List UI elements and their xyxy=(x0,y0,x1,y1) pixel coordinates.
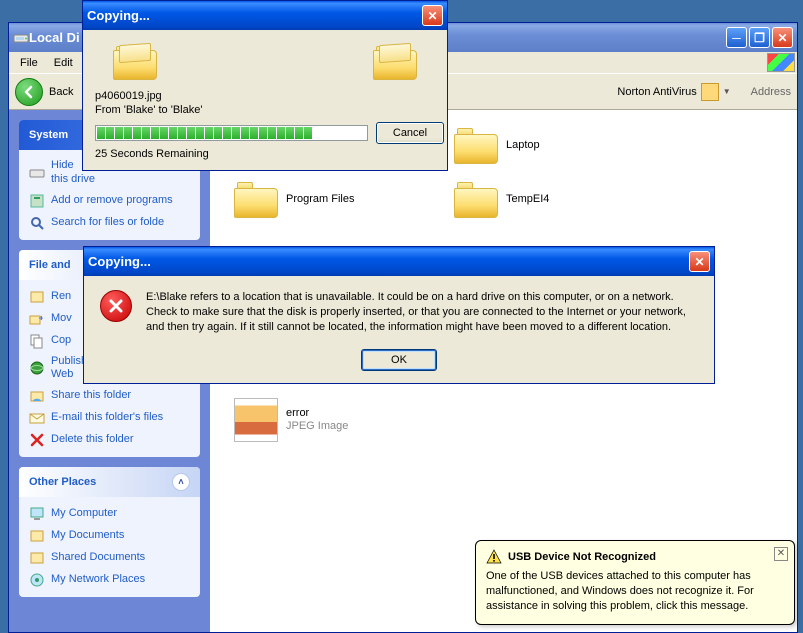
panel-title: System xyxy=(29,129,68,141)
copy-fromto: From 'Blake' to 'Blake' xyxy=(95,104,435,116)
ok-button[interactable]: OK xyxy=(361,349,437,371)
file-item[interactable]: errorJPEG Image xyxy=(234,398,414,442)
error-dialog: Copying... ✕ E:\Blake refers to a locati… xyxy=(83,246,715,384)
computer-icon xyxy=(29,506,45,522)
error-icon xyxy=(100,290,132,322)
delete-icon xyxy=(29,432,45,448)
folder-icon xyxy=(234,182,278,218)
balloon-body: One of the USB devices attached to this … xyxy=(486,569,784,614)
folder-icon xyxy=(454,182,498,218)
link-shared-documents[interactable]: Shared Documents xyxy=(29,547,190,569)
copy-filename: p4060019.jpg xyxy=(95,90,435,102)
copy-progress-dialog: Copying... ✕ p4060019.jpg From 'Blake' t… xyxy=(82,0,448,171)
folder-item[interactable]: Program Files xyxy=(234,182,414,218)
menu-file[interactable]: File xyxy=(13,55,45,71)
folder-icon xyxy=(454,128,498,164)
balloon-close-button[interactable]: ✕ xyxy=(774,547,788,561)
usb-notification-balloon[interactable]: ✕ USB Device Not Recognized One of the U… xyxy=(475,540,795,625)
menu-edit[interactable]: Edit xyxy=(47,55,80,71)
close-button[interactable]: ✕ xyxy=(689,251,710,272)
close-button[interactable]: ✕ xyxy=(772,27,793,48)
network-icon xyxy=(29,572,45,588)
close-button[interactable]: ✕ xyxy=(422,5,443,26)
chevron-up-icon: ˄ xyxy=(172,473,190,491)
norton-button[interactable]: Norton AntiVirus ▼ xyxy=(611,81,736,103)
panel-other-places: Other Places ˄ My Computer My Documents … xyxy=(19,467,200,597)
drive-icon xyxy=(13,30,29,46)
windows-flag-icon xyxy=(767,53,795,72)
file-label: errorJPEG Image xyxy=(286,407,348,433)
error-dialog-title: Copying... xyxy=(88,254,689,269)
mail-icon xyxy=(29,410,45,426)
error-dialog-titlebar[interactable]: Copying... ✕ xyxy=(84,247,714,276)
back-label: Back xyxy=(49,86,73,98)
back-button[interactable] xyxy=(15,78,43,106)
link-my-documents[interactable]: My Documents xyxy=(29,525,190,547)
warning-icon xyxy=(486,549,502,565)
link-delete[interactable]: Delete this folder xyxy=(29,429,190,451)
folder-item[interactable]: TempEI4 xyxy=(454,182,634,218)
move-icon xyxy=(29,311,45,327)
shared-icon xyxy=(29,550,45,566)
panel-header-other[interactable]: Other Places ˄ xyxy=(19,467,200,497)
norton-icon xyxy=(701,83,719,101)
folder-open-icon xyxy=(373,46,417,80)
link-email[interactable]: E-mail this folder's files xyxy=(29,407,190,429)
balloon-title: USB Device Not Recognized xyxy=(508,551,656,563)
chevron-down-icon: ▼ xyxy=(723,87,731,96)
error-message: E:\Blake refers to a location that is un… xyxy=(146,290,698,335)
copy-dialog-titlebar[interactable]: Copying... ✕ xyxy=(83,1,447,30)
maximize-button[interactable]: ❐ xyxy=(749,27,770,48)
search-icon xyxy=(29,215,45,231)
cancel-button[interactable]: Cancel xyxy=(376,122,444,144)
folder-label: Program Files xyxy=(286,193,354,206)
globe-icon xyxy=(29,360,45,376)
image-file-icon xyxy=(234,398,278,442)
norton-label: Norton AntiVirus xyxy=(617,86,696,98)
panel-title: Other Places xyxy=(29,476,96,488)
drive-icon xyxy=(29,165,45,181)
documents-icon xyxy=(29,528,45,544)
link-network-places[interactable]: My Network Places xyxy=(29,569,190,591)
link-my-computer[interactable]: My Computer xyxy=(29,503,190,525)
minimize-button[interactable]: ─ xyxy=(726,27,747,48)
link-search[interactable]: Search for files or folde xyxy=(29,212,190,234)
folder-label: TempEI4 xyxy=(506,193,549,206)
rename-icon xyxy=(29,289,45,305)
progress-bar xyxy=(95,125,368,141)
link-share[interactable]: Share this folder xyxy=(29,385,190,407)
panel-title: File and xyxy=(29,259,71,271)
copy-icon xyxy=(29,333,45,349)
folder-item[interactable]: Laptop xyxy=(454,128,634,164)
link-add-remove[interactable]: Add or remove programs xyxy=(29,190,190,212)
folder-label: Laptop xyxy=(506,139,540,152)
copy-dialog-title: Copying... xyxy=(87,8,422,23)
time-remaining: 25 Seconds Remaining xyxy=(95,148,435,160)
programs-icon xyxy=(29,193,45,209)
share-icon xyxy=(29,388,45,404)
address-label: Address xyxy=(751,86,791,98)
folder-open-icon xyxy=(113,46,157,80)
